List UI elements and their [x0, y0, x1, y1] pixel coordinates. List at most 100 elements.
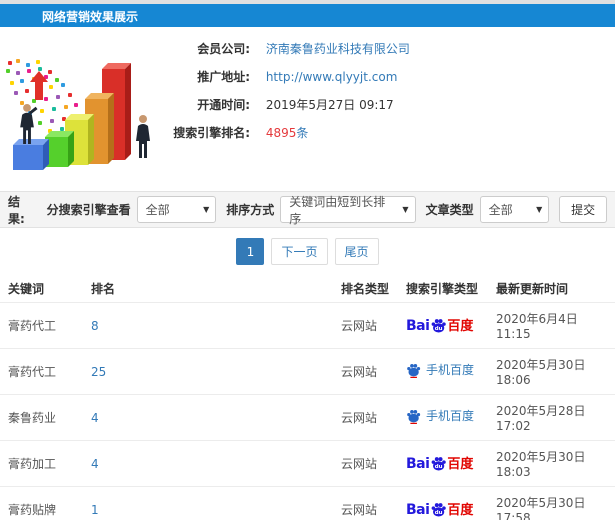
svg-text:du: du — [435, 464, 443, 470]
svg-text:du: du — [435, 510, 443, 516]
baidu-logo-cn-text: 百度 — [447, 503, 474, 518]
baidu-logo-bai-text: Bai — [406, 456, 430, 472]
chevron-down-icon: ▼ — [402, 205, 409, 214]
table-row: 膏药代工 8 云网站 Bai du 百度 2020年6月4日 11:15 — [0, 302, 615, 349]
updated-cell: 2020年5月30日 18:06 — [490, 348, 615, 395]
filter-bar: 结果: 分搜索引擎查看 全部 ▼ 排序方式 关键词由短到长排序 ▼ 文章类型 全… — [0, 191, 615, 228]
table-row: 秦鲁药业 4 云网站 手机百度 2020年5月28日 17:02 — [0, 394, 615, 441]
page-title: 网络营销效果展示 — [42, 10, 139, 24]
promo-url-link[interactable]: http://www.qlyyjt.com — [266, 70, 398, 84]
engine-cell: Bai du 百度 — [400, 440, 490, 487]
keyword-cell: 膏药加工 — [0, 440, 85, 487]
type-select[interactable]: 全部 ▼ — [479, 196, 550, 223]
rank-type-cell: 云网站 — [335, 394, 400, 441]
next-page-button[interactable]: 下一页 — [271, 238, 328, 265]
engine-cell: 手机百度 — [400, 394, 490, 441]
info-row-open-time: 开通时间: 2019年5月27日 09:17 — [150, 91, 615, 119]
keyword-cell: 膏药贴牌 — [0, 486, 85, 520]
businessman-right — [136, 115, 150, 158]
chevron-down-icon: ▼ — [536, 205, 543, 214]
rank-link[interactable]: 8 — [91, 319, 99, 333]
baidu-mobile-label: 手机百度 — [426, 363, 475, 377]
type-select-value: 全部 — [488, 203, 513, 217]
table-row: 膏药贴牌 1 云网站 Bai du 百度 2020年5月30日 17:58 — [0, 486, 615, 520]
engine-cell: 手机百度 — [400, 348, 490, 395]
rank-link[interactable]: 4 — [91, 411, 99, 425]
baidu-mobile-logo: 手机百度 — [406, 409, 474, 424]
bar-chart-illustration — [0, 27, 178, 179]
confetti-dots — [8, 61, 12, 65]
baidu-logo-bai-text: Bai — [406, 502, 430, 518]
table-header-cell: 排名类型 — [341, 282, 390, 296]
rank-cell: 4 — [85, 394, 335, 441]
baidu-paw-icon: du — [432, 503, 447, 517]
baidu-mobile-paw-icon — [407, 409, 421, 424]
baidu-logo-bai-text: Bai — [406, 318, 430, 334]
engine-cell: Bai du 百度 — [400, 486, 490, 520]
table-header-cell: 最新更新时间 — [496, 282, 569, 296]
businessman-left — [20, 103, 38, 145]
result-label: 结果: — [8, 194, 25, 226]
info-row-rank-count: 搜索引擎排名: 4895条 — [150, 119, 615, 147]
rank-link[interactable]: 1 — [91, 503, 99, 517]
updated-cell: 2020年6月4日 11:15 — [490, 302, 615, 349]
updated-cell: 2020年5月28日 17:02 — [490, 394, 615, 441]
rank-cell: 1 — [85, 486, 335, 520]
submit-button[interactable]: 提交 — [559, 196, 607, 223]
baidu-pc-logo: Bai du 百度 — [406, 502, 473, 517]
rank-link[interactable]: 25 — [91, 365, 106, 379]
sort-select[interactable]: 关键词由短到长排序 ▼ — [280, 195, 416, 226]
table-row: 膏药加工 4 云网站 Bai du 百度 2020年5月30日 18:03 — [0, 440, 615, 487]
table-header-cell: 关键词 — [8, 282, 45, 296]
rank-cell: 25 — [85, 348, 335, 395]
keyword-cell: 膏药代工 — [0, 302, 85, 349]
table-header-cell: 搜索引擎类型 — [406, 282, 479, 296]
baidu-mobile-paw-icon — [407, 363, 421, 378]
info-row-url: 推广地址: http://www.qlyyjt.com — [150, 63, 615, 91]
open-time-value: 2019年5月27日 09:17 — [265, 98, 394, 112]
baidu-paw-icon: du — [432, 457, 447, 471]
baidu-mobile-logo: 手机百度 — [406, 363, 474, 378]
pagination: 1 下一页 尾页 — [0, 228, 615, 275]
header-bar: 网络营销效果展示 — [0, 4, 615, 27]
table-row: 膏药代工 25 云网站 手机百度 2020年5月30日 18:06 — [0, 348, 615, 395]
baidu-pc-logo: Bai du 百度 — [406, 456, 473, 471]
rank-count-suffix: 条 — [296, 126, 309, 140]
illustration-bar-blue — [13, 145, 43, 170]
info-rows: 会员公司: 济南秦鲁药业科技有限公司 推广地址: http://www.qlyy… — [150, 27, 615, 147]
rank-cell: 8 — [85, 302, 335, 349]
engine-select[interactable]: 全部 ▼ — [136, 196, 217, 223]
engine-filter-label: 分搜索引擎查看 — [46, 203, 131, 217]
baidu-logo-cn-text: 百度 — [447, 457, 474, 472]
rank-count-value: 4895条 — [266, 126, 309, 140]
type-filter-label: 文章类型 — [425, 203, 474, 217]
page-button-current[interactable]: 1 — [236, 238, 265, 265]
keyword-rank-table: 关键词 排名 排名类型 搜索引擎类型 最新更新时间 膏药代工 8 云网站 Bai du 百度 202… — [0, 275, 615, 520]
rank-type-cell: 云网站 — [335, 440, 400, 487]
sort-select-value: 关键词由短到长排序 — [289, 194, 386, 226]
table-header-cell: 排名 — [91, 282, 116, 296]
engine-cell: Bai du 百度 — [400, 302, 490, 349]
rank-count-number: 4895 — [265, 126, 297, 140]
engine-select-value: 全部 — [145, 203, 170, 217]
page: 网络营销效果展示 会员公司: 济南秦鲁药业科技有限公司 推广地址: http:/… — [0, 0, 615, 520]
updated-cell: 2020年5月30日 17:58 — [490, 486, 615, 520]
last-page-button[interactable]: 尾页 — [334, 238, 379, 265]
rank-type-cell: 云网站 — [335, 302, 400, 349]
rank-type-cell: 云网站 — [335, 348, 400, 395]
rank-link[interactable]: 4 — [91, 457, 99, 471]
company-link[interactable]: 济南秦鲁药业科技有限公司 — [266, 42, 410, 56]
keyword-cell: 膏药代工 — [0, 348, 85, 395]
updated-cell: 2020年5月30日 18:03 — [490, 440, 615, 487]
rank-type-cell: 云网站 — [335, 486, 400, 520]
info-row-company: 会员公司: 济南秦鲁药业科技有限公司 — [150, 35, 615, 63]
baidu-logo-cn-text: 百度 — [447, 319, 474, 334]
info-section: 会员公司: 济南秦鲁药业科技有限公司 推广地址: http://www.qlyy… — [0, 27, 615, 179]
svg-text:du: du — [435, 326, 443, 332]
baidu-mobile-label: 手机百度 — [426, 409, 475, 423]
rank-cell: 4 — [85, 440, 335, 487]
baidu-paw-icon: du — [432, 319, 447, 333]
keyword-cell: 秦鲁药业 — [0, 394, 85, 441]
chevron-down-icon: ▼ — [203, 205, 210, 214]
baidu-pc-logo: Bai du 百度 — [406, 318, 473, 333]
